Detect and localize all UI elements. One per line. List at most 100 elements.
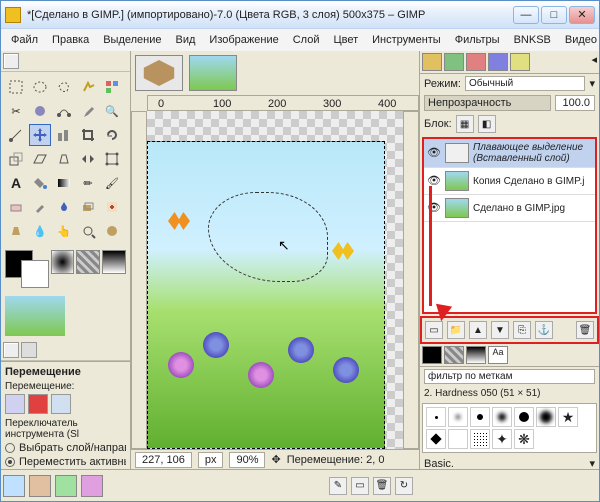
- tool-perspective-clone[interactable]: [5, 220, 27, 242]
- tool-zoom[interactable]: 🔍: [101, 100, 123, 122]
- tool-by-color[interactable]: [101, 76, 123, 98]
- footer-btn[interactable]: ▭: [351, 477, 369, 495]
- footer-btn[interactable]: ✎: [329, 477, 347, 495]
- active-gradient-icon[interactable]: [102, 250, 126, 274]
- active-image-thumb[interactable]: [5, 296, 65, 336]
- ruler-vertical[interactable]: [131, 111, 147, 449]
- anchor-layer-button[interactable]: ⚓: [535, 321, 553, 339]
- brush-item[interactable]: ✦: [492, 429, 512, 449]
- mode-select[interactable]: Обычный: [465, 76, 585, 91]
- tool-eraser[interactable]: [5, 196, 27, 218]
- brush-group[interactable]: Basic.: [424, 458, 454, 470]
- tool-ellipse-select[interactable]: [29, 76, 51, 98]
- tool-airbrush[interactable]: [29, 196, 51, 218]
- eye-icon[interactable]: 👁: [427, 174, 441, 188]
- new-group-button[interactable]: 📁: [447, 321, 465, 339]
- image-thumb-2[interactable]: [189, 55, 237, 91]
- footer-swatch[interactable]: [29, 475, 51, 497]
- brushes-tab-icon[interactable]: [422, 346, 442, 364]
- dock-tab-layers-icon[interactable]: [422, 53, 442, 71]
- menu-edit[interactable]: Правка: [46, 32, 95, 48]
- tool-fuzzy-select[interactable]: [77, 76, 99, 98]
- tool-move[interactable]: [29, 124, 51, 146]
- expand-icon[interactable]: ▾: [589, 457, 595, 469]
- menu-tools[interactable]: Инструменты: [366, 32, 447, 48]
- maximize-button[interactable]: □: [541, 6, 567, 24]
- toolbox-tab-icon[interactable]: [3, 53, 19, 69]
- menu-video[interactable]: Видео: [559, 32, 600, 48]
- tool-smudge[interactable]: 👆: [53, 220, 75, 242]
- tool-crop[interactable]: [77, 124, 99, 146]
- tool-cage[interactable]: [101, 148, 123, 170]
- brush-item[interactable]: [470, 407, 490, 427]
- radio-move-active[interactable]: Переместить активный сл: [5, 456, 126, 468]
- dock-tab-undo-icon[interactable]: [488, 53, 508, 71]
- mode-dropdown-icon[interactable]: ▾: [589, 77, 595, 90]
- move-mode-selection-icon[interactable]: [28, 394, 48, 414]
- menu-bnksb[interactable]: BNKSB: [508, 32, 557, 48]
- lock-pixels-icon[interactable]: ▦: [456, 115, 474, 133]
- lower-layer-button[interactable]: ▼: [491, 321, 509, 339]
- options-tab-icon[interactable]: [3, 342, 19, 358]
- menu-layer[interactable]: Слой: [287, 32, 326, 48]
- tool-heal[interactable]: [101, 196, 123, 218]
- layer-row[interactable]: 👁 Сделано в GIMP.jpg: [424, 195, 595, 222]
- brush-item[interactable]: ★: [558, 407, 578, 427]
- active-pattern-icon[interactable]: [76, 250, 100, 274]
- floating-selection-outline[interactable]: [208, 192, 328, 282]
- menu-image[interactable]: Изображение: [203, 32, 284, 48]
- opacity-value[interactable]: 100.0: [555, 95, 595, 111]
- close-button[interactable]: ✕: [569, 6, 595, 24]
- radio-pick-layer[interactable]: Выбрать слой/направля: [5, 442, 126, 454]
- tool-brush[interactable]: 🖌: [101, 172, 123, 194]
- tool-dodge[interactable]: [77, 220, 99, 242]
- tool-bucket[interactable]: [29, 172, 51, 194]
- tool-text[interactable]: A: [5, 172, 27, 194]
- minimize-button[interactable]: —: [513, 6, 539, 24]
- eye-icon[interactable]: 👁: [427, 201, 441, 215]
- scrollbar-vertical[interactable]: [403, 111, 419, 449]
- brush-item[interactable]: ❋: [514, 429, 534, 449]
- raise-layer-button[interactable]: ▲: [469, 321, 487, 339]
- menu-view[interactable]: Вид: [170, 32, 202, 48]
- options-tab2-icon[interactable]: [21, 342, 37, 358]
- brush-item[interactable]: [448, 429, 468, 449]
- tool-pencil[interactable]: ✏: [77, 172, 99, 194]
- footer-btn[interactable]: ↻: [395, 477, 413, 495]
- tool-perspective[interactable]: [53, 148, 75, 170]
- brush-item[interactable]: [426, 407, 446, 427]
- brush-item[interactable]: [536, 407, 556, 427]
- color-swatches[interactable]: [1, 246, 130, 292]
- tool-blur[interactable]: 💧: [29, 220, 51, 242]
- footer-swatch[interactable]: [81, 475, 103, 497]
- brush-item[interactable]: [492, 407, 512, 427]
- opacity-slider[interactable]: Непрозрачность: [424, 95, 551, 111]
- tool-align[interactable]: [53, 124, 75, 146]
- ruler-horizontal[interactable]: 0 100 200 300 400: [147, 95, 419, 111]
- tool-rect-select[interactable]: [5, 76, 27, 98]
- brush-item[interactable]: [470, 429, 490, 449]
- tool-shear[interactable]: [29, 148, 51, 170]
- tool-color-picker[interactable]: [77, 100, 99, 122]
- bg-color[interactable]: [21, 260, 49, 288]
- tool-clone[interactable]: [77, 196, 99, 218]
- menu-select[interactable]: Выделение: [97, 32, 167, 48]
- menu-filters[interactable]: Фильтры: [449, 32, 506, 48]
- tool-flip[interactable]: [77, 148, 99, 170]
- brush-item[interactable]: [426, 429, 446, 449]
- move-mode-layer-icon[interactable]: [5, 394, 25, 414]
- fonts-tab-icon[interactable]: Aa: [488, 346, 508, 364]
- footer-swatch[interactable]: [3, 475, 25, 497]
- eye-icon[interactable]: 👁: [427, 146, 441, 160]
- brush-item[interactable]: [448, 407, 468, 427]
- brush-item[interactable]: [514, 407, 534, 427]
- new-layer-button[interactable]: ▭: [425, 321, 443, 339]
- dock-tab-paths-icon[interactable]: [466, 53, 486, 71]
- layer-floating[interactable]: 👁 Плавающее выделение (Вставленный слой): [424, 139, 595, 168]
- delete-layer-button[interactable]: 🗑: [576, 321, 594, 339]
- tool-scale[interactable]: [5, 148, 27, 170]
- tool-ink[interactable]: [53, 196, 75, 218]
- layer-row[interactable]: 👁 Копия Сделано в GIMP.j: [424, 168, 595, 195]
- tool-rotate[interactable]: [101, 124, 123, 146]
- patterns-tab-icon[interactable]: [444, 346, 464, 364]
